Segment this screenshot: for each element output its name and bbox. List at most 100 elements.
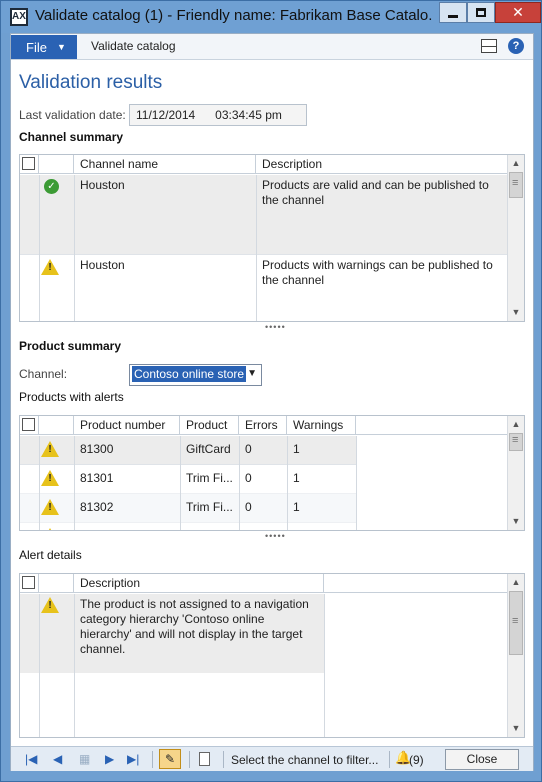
first-record-icon[interactable]: |◀ [25,752,37,766]
warning-icon: ! [41,259,59,275]
vertical-scrollbar[interactable]: ▲ ▼ [507,155,524,321]
description-cell: Products are valid and can be published … [262,178,489,207]
last-record-icon[interactable]: ▶| [127,752,139,766]
scroll-down-icon[interactable]: ▼ [508,720,524,737]
app-icon: AX [10,8,28,26]
last-validation-label: Last validation date: [19,108,126,122]
select-all-checkbox[interactable] [22,418,35,431]
product-number-cell: 81300 [80,442,114,456]
errors-cell: 0 [239,523,287,530]
column-header-description[interactable]: Description [74,574,324,593]
scroll-up-icon[interactable]: ▲ [508,416,524,433]
channel-name-cell: Houston [80,178,125,192]
table-row[interactable]: ✓ Houston Products are valid and can be … [20,175,507,255]
pencil-icon: ✎ [164,752,176,766]
product-summary-heading: Product summary [19,339,122,353]
splitter-handle[interactable]: ••••• [265,531,286,541]
description-cell: Products with warnings can be published … [262,258,493,287]
alert-count[interactable]: (9) [409,753,424,767]
column-header-description[interactable]: Description [256,155,507,174]
alert-details-grid: Description ! The product is not assigne… [19,573,525,738]
product-cell: Trim Fi... [180,523,239,530]
channel-select[interactable]: Contoso online store ▼ [129,364,262,386]
chevron-down-icon: ▼ [56,42,66,52]
status-message: Select the channel to filter... [231,753,379,767]
product-number-cell: 81301 [80,471,114,485]
previous-record-icon[interactable]: ◀ [53,752,62,766]
next-record-icon[interactable]: ▶ [105,752,114,766]
scroll-thumb[interactable] [509,172,523,198]
table-row[interactable]: ! 81301 Trim Fi... 0 1 [20,465,356,494]
warning-icon: ! [41,528,59,530]
column-header-channel-name[interactable]: Channel name [74,155,256,174]
scroll-up-icon[interactable]: ▲ [508,574,524,591]
select-all-checkbox[interactable] [22,576,35,589]
grid-header: Channel name Description [20,155,507,174]
tab-validate-catalog[interactable]: Validate catalog [91,39,176,53]
content-pane: File ▼ Validate catalog ? Validation res… [10,33,534,771]
close-button[interactable]: Close [445,749,519,770]
layout-icon[interactable] [481,39,497,53]
warning-icon: ! [41,441,59,457]
column-header-warnings[interactable]: Warnings [287,416,356,435]
alert-description-cell: The product is not assigned to a navigat… [80,597,309,656]
product-cell: Trim Fi... [186,471,233,485]
minimize-icon [448,15,458,18]
vertical-scrollbar[interactable]: ▲ ▼ [507,574,524,737]
warnings-cell: 1 [293,471,300,485]
document-icon[interactable] [199,752,210,766]
scroll-up-icon[interactable]: ▲ [508,155,524,172]
products-with-alerts-heading: Products with alerts [19,390,124,404]
maximize-button[interactable] [467,2,495,23]
table-row[interactable]: ! Houston Products with warnings can be … [20,255,507,321]
grid-header: Description [20,574,507,593]
product-number-cell: 81303 [74,523,180,530]
splitter-handle[interactable]: ••••• [265,322,286,332]
chevron-down-icon: ▼ [247,368,257,379]
grid-header: Product number Product Errors Warnings [20,416,507,435]
last-validation-field: 11/12/2014 03:34:45 pm [129,104,307,126]
channel-label: Channel: [19,367,68,381]
channel-select-value: Contoso online store [132,366,247,382]
warnings-cell: 1 [293,500,300,514]
ribbon: File ▼ Validate catalog ? [11,34,533,60]
scroll-down-icon[interactable]: ▼ [508,304,524,321]
product-cell: GiftCard [186,442,231,456]
status-bar: |◀ ◀ ▦ ▶ ▶| ✎ Select the channel to filt… [11,746,533,771]
products-with-alerts-grid: Product number Product Errors Warnings !… [19,415,525,531]
product-cell: Trim Fi... [186,500,233,514]
warning-icon: ! [41,470,59,486]
channel-summary-grid: Channel name Description ✓ Houston Produ… [19,154,525,322]
table-row[interactable]: ! 81302 Trim Fi... 0 1 [20,494,356,523]
edit-mode-button[interactable]: ✎ [159,749,181,769]
channel-name-cell: Houston [80,258,125,272]
table-row[interactable]: ! 81300 GiftCard 0 1 [20,436,356,465]
warning-icon: ! [41,499,59,515]
maximize-icon [476,8,486,17]
title-bar: AX Validate catalog (1) - Friendly name:… [1,1,541,33]
scroll-thumb[interactable] [509,433,523,451]
scroll-down-icon[interactable]: ▼ [508,513,524,530]
file-menu-label: File [26,39,47,55]
column-header-product[interactable]: Product [180,416,239,435]
warning-icon: ! [41,597,59,613]
scroll-thumb[interactable] [509,591,523,655]
column-header-errors[interactable]: Errors [239,416,287,435]
errors-cell: 0 [245,471,252,485]
close-window-button[interactable]: ✕ [495,2,541,23]
select-all-checkbox[interactable] [22,157,35,170]
file-menu-button[interactable]: File ▼ [11,35,77,59]
table-row[interactable]: ! 81303 Trim Fi... 0 1 [20,523,356,530]
errors-cell: 0 [245,442,252,456]
warnings-cell: 1 [293,442,300,456]
table-row[interactable]: ! The product is not assigned to a navig… [20,594,324,673]
minimize-button[interactable] [439,2,467,23]
grid-view-icon[interactable]: ▦ [79,752,90,766]
window-title: Validate catalog (1) - Friendly name: Fa… [35,7,433,24]
help-icon[interactable]: ? [508,38,524,54]
vertical-scrollbar[interactable]: ▲ ▼ [507,416,524,530]
column-header-product-number[interactable]: Product number [74,416,180,435]
check-icon: ✓ [44,179,59,194]
page-title: Validation results [19,72,163,93]
alert-details-heading: Alert details [19,548,82,562]
